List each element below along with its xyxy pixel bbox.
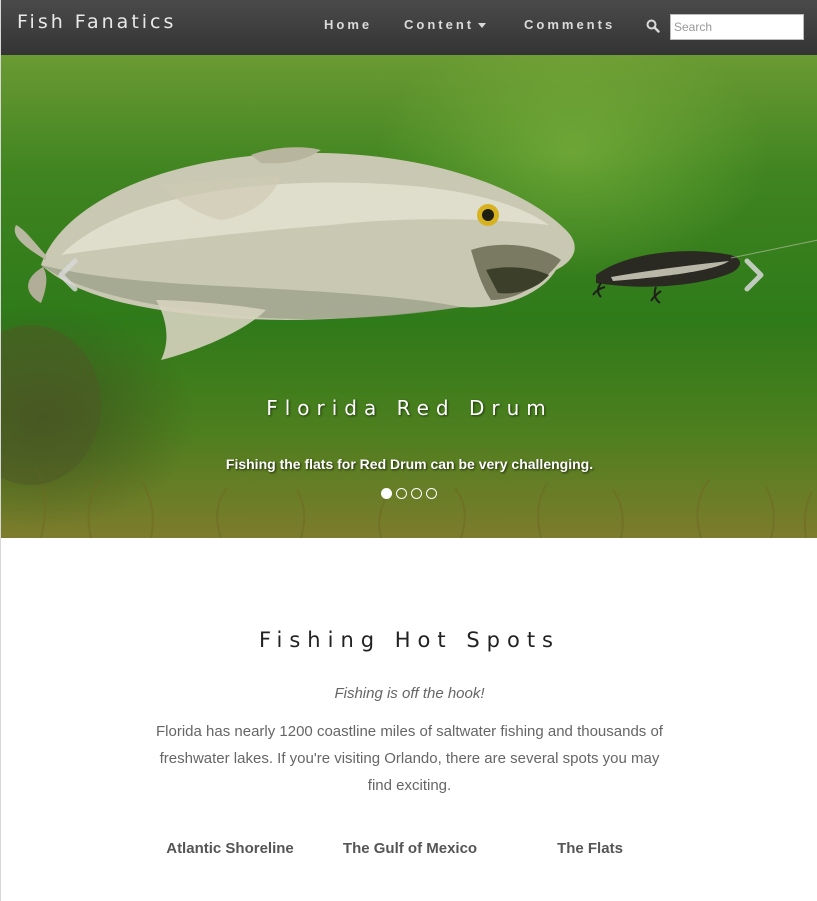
nav-home[interactable]: Home (324, 17, 372, 32)
spot-gulf-of-mexico[interactable]: The Gulf of Mexico (330, 840, 490, 857)
search-input[interactable] (670, 14, 804, 40)
intro-paragraph: Florida has nearly 1200 coastline miles … (156, 723, 663, 794)
hero-carousel: Florida Red Drum Fishing the flats for R… (1, 55, 817, 538)
tagline: Fishing is off the hook! (334, 685, 485, 702)
slide-title: Florida Red Drum (266, 396, 553, 420)
nav-content-label: Content (404, 17, 475, 32)
caret-down-icon (478, 23, 487, 29)
slide-caption: Fishing the flats for Red Drum can be ve… (225, 456, 594, 472)
carousel-next-icon[interactable] (739, 255, 769, 295)
nav-comments[interactable]: Comments (524, 17, 615, 32)
carousel-indicator-3[interactable] (411, 488, 422, 499)
carousel-indicator-4[interactable] (426, 488, 437, 499)
carousel-indicator-1[interactable] (381, 488, 392, 499)
carousel-prev-icon[interactable] (53, 255, 83, 295)
top-navbar: Fish Fanatics Home Content Comments (1, 0, 817, 55)
spot-atlantic-shoreline[interactable]: Atlantic Shoreline (150, 840, 310, 857)
section-title: Fishing Hot Spots (258, 628, 561, 652)
spot-the-flats[interactable]: The Flats (510, 840, 670, 857)
site-brand[interactable]: Fish Fanatics (17, 11, 176, 33)
search-icon[interactable] (646, 19, 660, 33)
carousel-indicators (381, 488, 437, 499)
carousel-indicator-2[interactable] (396, 488, 407, 499)
nav-content-dropdown[interactable]: Content (404, 17, 487, 32)
